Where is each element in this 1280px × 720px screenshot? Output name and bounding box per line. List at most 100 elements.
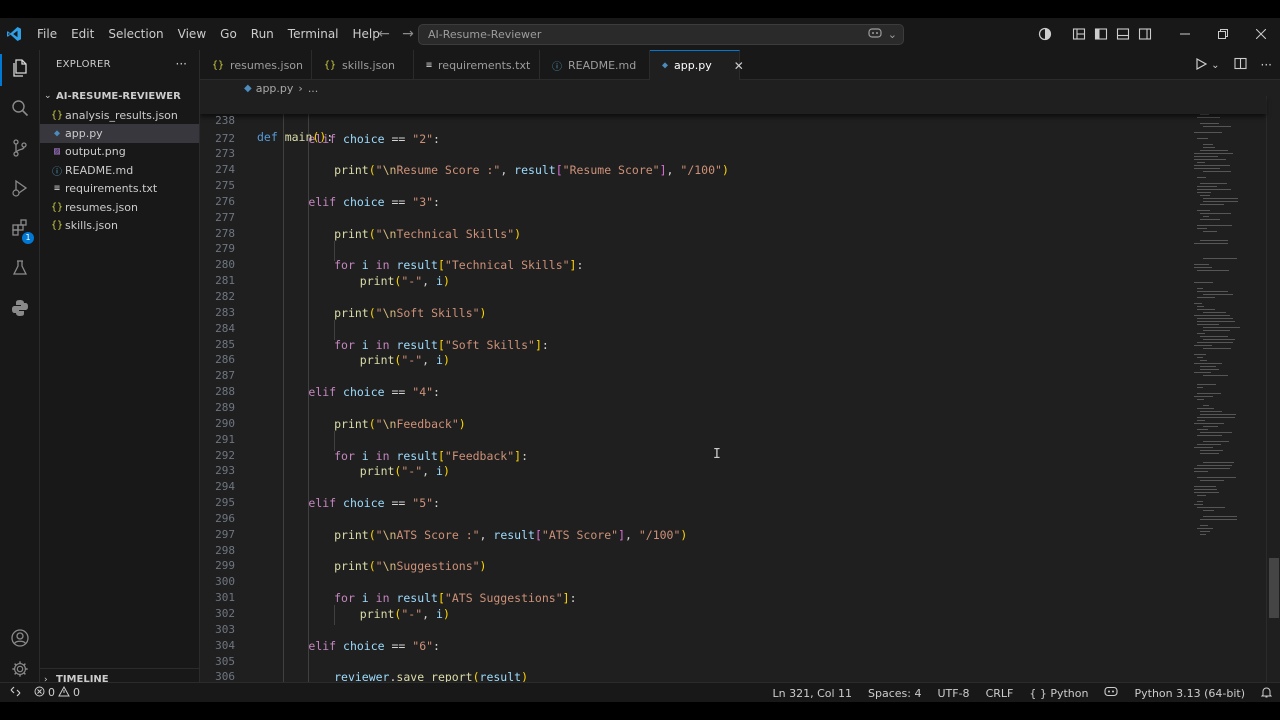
code-line[interactable]: 285 for i in result["Soft Skills"]:: [200, 337, 1190, 353]
code-line[interactable]: 300: [200, 574, 1190, 590]
minimap[interactable]: [1190, 96, 1256, 682]
menu-item-go[interactable]: Go: [213, 18, 244, 50]
code-line[interactable]: 272 elif choice == "2":: [200, 131, 1190, 147]
file-item[interactable]: {} resumes.json: [40, 198, 199, 216]
tab-requirements-txt[interactable]: ≡ requirements.txt: [414, 50, 540, 80]
file-item[interactable]: {} analysis_results.json: [40, 106, 199, 124]
menu-item-selection[interactable]: Selection: [101, 18, 170, 50]
run-debug-activity[interactable]: [0, 170, 40, 210]
code-line[interactable]: 284: [200, 321, 1190, 337]
code-line[interactable]: 275: [200, 178, 1190, 194]
encoding[interactable]: UTF-8: [929, 687, 977, 700]
language-mode[interactable]: { } Python: [1021, 687, 1096, 700]
code-line[interactable]: 299 print("\nSuggestions"): [200, 558, 1190, 574]
testing-activity[interactable]: [0, 250, 40, 290]
more-actions-icon[interactable]: ···: [176, 57, 187, 71]
menu-item-view[interactable]: View: [171, 18, 213, 50]
code-line[interactable]: 302 print("-", i): [200, 606, 1190, 622]
copilot-icon[interactable]: [868, 27, 882, 42]
manage-activity[interactable]: [0, 660, 40, 682]
notifications-bell-icon[interactable]: [1253, 686, 1280, 701]
file-item[interactable]: ◆ app.py: [40, 124, 199, 143]
code-line[interactable]: 290 print("\nFeedback"): [200, 416, 1190, 432]
code-line[interactable]: 292 for i in result["Feedback"]:: [200, 448, 1190, 464]
extensions-activity[interactable]: 1: [0, 210, 40, 250]
copilot-status-icon[interactable]: [1096, 686, 1126, 700]
sticky-scroll-line[interactable]: 238 def main():: [200, 96, 1266, 144]
code-line[interactable]: 305: [200, 654, 1190, 670]
file-item[interactable]: ▨ output.png: [40, 143, 199, 161]
code-line[interactable]: 303: [200, 622, 1190, 638]
run-file-icon[interactable]: [1195, 57, 1208, 73]
cursor-position[interactable]: Ln 321, Col 11: [764, 687, 860, 700]
code-line[interactable]: 278 print("\nTechnical Skills"): [200, 226, 1190, 242]
toggle-primary-sidebar-icon[interactable]: [1090, 18, 1112, 50]
breadcrumb-file[interactable]: app.py: [256, 82, 294, 95]
search-activity[interactable]: [0, 90, 40, 130]
forward-arrow-icon[interactable]: →: [400, 26, 416, 42]
code-line[interactable]: 282: [200, 289, 1190, 305]
chevron-down-icon[interactable]: ⌄: [1211, 60, 1219, 71]
explorer-activity[interactable]: [0, 50, 40, 90]
code-line[interactable]: 306 reviewer.save_report(result): [200, 669, 1190, 682]
code-line[interactable]: 276 elif choice == "3":: [200, 194, 1190, 210]
code-line[interactable]: 298: [200, 543, 1190, 559]
back-arrow-icon[interactable]: ←: [376, 26, 392, 42]
scrollbar-thumb[interactable]: [1269, 558, 1279, 618]
code-line[interactable]: 283 print("\nSoft Skills"): [200, 305, 1190, 321]
code-line[interactable]: 277: [200, 210, 1190, 226]
code-line[interactable]: 291: [200, 432, 1190, 448]
toggle-secondary-sidebar-icon[interactable]: [1134, 18, 1156, 50]
menu-item-file[interactable]: File: [30, 18, 64, 50]
menu-item-run[interactable]: Run: [244, 18, 281, 50]
tab-README-md[interactable]: ⓘ README.md: [540, 50, 650, 80]
code-line[interactable]: 288 elif choice == "4":: [200, 384, 1190, 400]
code-line[interactable]: 280 for i in result["Technical Skills"]:: [200, 257, 1190, 273]
code-line[interactable]: 289: [200, 400, 1190, 416]
file-item[interactable]: ⓘ README.md: [40, 161, 199, 179]
restore-button[interactable]: [1204, 18, 1242, 50]
code-line[interactable]: 273: [200, 146, 1190, 162]
close-window-button[interactable]: [1242, 18, 1280, 50]
code-editor[interactable]: 272 elif choice == "2": 273 274 print("\nRes…: [200, 96, 1280, 682]
tab-resumes-json[interactable]: {} resumes.json: [200, 50, 312, 80]
minimize-button[interactable]: [1166, 18, 1204, 50]
accounts-activity[interactable]: [0, 620, 40, 660]
code-line[interactable]: 274 print("\nResume Score :", result["Res…: [200, 162, 1190, 178]
python-interpreter[interactable]: Python 3.13 (64-bit): [1126, 687, 1253, 700]
code-line[interactable]: 294: [200, 479, 1190, 495]
python-activity[interactable]: [0, 290, 40, 330]
workspace-folder[interactable]: ⌄ AI-RESUME-REVIEWER: [40, 86, 199, 106]
file-item[interactable]: {} skills.json: [40, 216, 199, 234]
code-line[interactable]: 293 print("-", i): [200, 463, 1190, 479]
close-tab-icon[interactable]: ✕: [734, 59, 744, 73]
split-editor-icon[interactable]: [1233, 57, 1247, 73]
menu-item-terminal[interactable]: Terminal: [281, 18, 346, 50]
breadcrumb-symbol[interactable]: ...: [308, 82, 319, 95]
file-item[interactable]: ≡ requirements.txt: [40, 180, 199, 198]
toggle-panel-icon[interactable]: [1112, 18, 1134, 50]
tab-skills-json[interactable]: {} skills.json: [312, 50, 414, 80]
code-line[interactable]: 287: [200, 368, 1190, 384]
tab-app-py[interactable]: ◆ app.py ✕: [650, 50, 744, 80]
accounts-shield-icon[interactable]: [1034, 18, 1056, 50]
remote-indicator-icon[interactable]: [0, 686, 30, 700]
code-line[interactable]: 279: [200, 241, 1190, 257]
end-of-line[interactable]: CRLF: [978, 687, 1022, 700]
more-actions-icon[interactable]: ···: [1261, 58, 1272, 72]
vertical-scrollbar[interactable]: [1266, 96, 1280, 682]
code-line[interactable]: 296: [200, 511, 1190, 527]
problems-indicator[interactable]: 0 0: [34, 685, 80, 700]
code-line[interactable]: 281 print("-", i): [200, 273, 1190, 289]
chevron-down-icon[interactable]: ⌄: [888, 28, 897, 41]
menu-item-edit[interactable]: Edit: [64, 18, 101, 50]
code-line[interactable]: 286 print("-", i): [200, 352, 1190, 368]
source-control-activity[interactable]: [0, 130, 40, 170]
code-line[interactable]: 295 elif choice == "5":: [200, 495, 1190, 511]
code-line[interactable]: 304 elif choice == "6":: [200, 638, 1190, 654]
command-center[interactable]: AI-Resume-Reviewer ⌄: [418, 24, 904, 45]
code-line[interactable]: 301 for i in result["ATS Suggestions"]:: [200, 590, 1190, 606]
code-line[interactable]: 297 print("\nATS Score :", result["ATS Sc…: [200, 527, 1190, 543]
customize-layout-icon[interactable]: [1068, 18, 1090, 50]
indentation[interactable]: Spaces: 4: [860, 687, 929, 700]
